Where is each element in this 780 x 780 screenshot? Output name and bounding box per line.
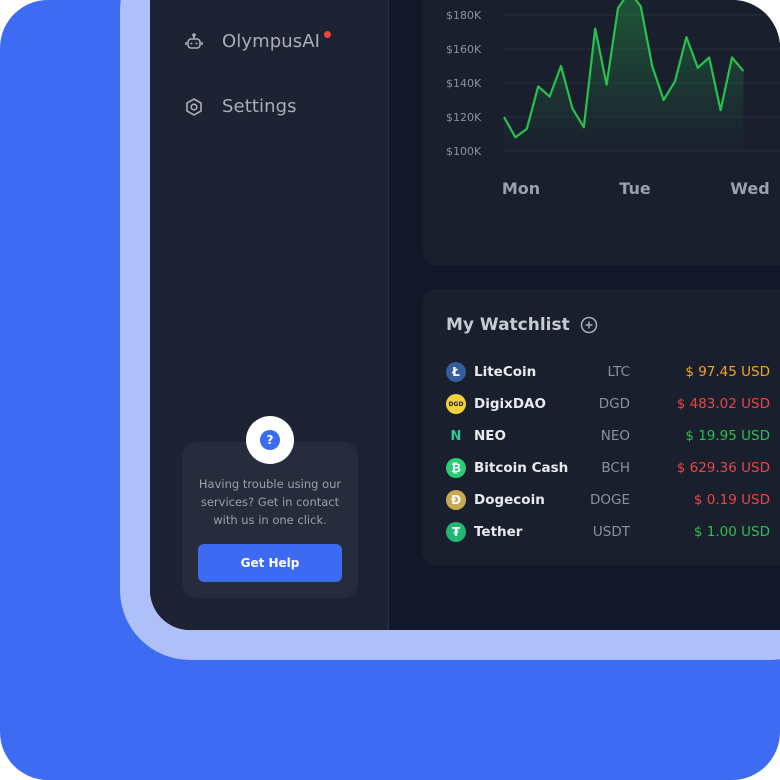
coin-price: $ 97.45 USD xyxy=(685,364,770,380)
dogecoin-icon: Ð xyxy=(446,490,466,510)
price-chart-card: $200K$180K$160K$140K$120K$100K MonTueWed xyxy=(422,0,780,265)
x-tick-label: Mon xyxy=(502,179,540,198)
coin-price: $ 19.95 USD xyxy=(685,428,770,444)
notification-dot xyxy=(324,31,332,38)
watchlist-card: My Watchlist Ł LiteCoin LTC $ 97.45 USD DGD D… xyxy=(422,289,780,565)
watchlist-header: My Watchlist xyxy=(446,315,598,335)
coin-price: $ 629.36 USD xyxy=(676,460,770,476)
help-icon-circle: ? xyxy=(246,416,294,464)
coin-name: Tether xyxy=(474,524,523,540)
question-icon: ? xyxy=(260,430,280,450)
coin-name: LiteCoin xyxy=(474,364,537,380)
coin-name: DigixDAO xyxy=(474,396,546,412)
coin-symbol: NEO xyxy=(600,428,630,444)
price-line-chart: $200K$180K$160K$140K$120K$100K MonTueWed xyxy=(446,0,780,198)
watchlist-title: My Watchlist xyxy=(446,315,570,335)
x-tick-label: Tue xyxy=(619,179,651,198)
sidebar: OlympusAI Settings ? Having trouble usin… xyxy=(150,0,389,630)
coin-price: $ 0.19 USD xyxy=(693,492,770,508)
litecoin-icon: Ł xyxy=(446,362,466,382)
y-tick-label: $140K xyxy=(446,77,482,90)
y-tick-label: $160K xyxy=(446,43,482,56)
coin-symbol: LTC xyxy=(607,364,630,380)
bitcoin-cash-icon: ₿ xyxy=(446,458,466,478)
sidebar-item-olympusai[interactable]: OlympusAI xyxy=(184,31,332,52)
coin-name: NEO xyxy=(474,428,506,444)
coin-symbol: USDT xyxy=(592,524,630,540)
sidebar-item-settings[interactable]: Settings xyxy=(184,96,297,117)
hexagon-settings-icon xyxy=(184,97,204,117)
blue-background-frame: OlympusAI Settings ? Having trouble usin… xyxy=(0,0,780,780)
y-tick-label: $120K xyxy=(446,111,482,124)
watchlist-row-bch[interactable]: ₿ Bitcoin Cash BCH $ 629.36 USD xyxy=(446,457,780,479)
coin-price: $ 1.00 USD xyxy=(693,524,770,540)
watchlist-row-dgd[interactable]: DGD DigixDAO DGD $ 483.02 USD xyxy=(446,393,780,415)
x-tick-label: Wed xyxy=(730,179,769,198)
watchlist-row-ltc[interactable]: Ł LiteCoin LTC $ 97.45 USD xyxy=(446,361,780,383)
watchlist-row-doge[interactable]: Ð Dogecoin DOGE $ 0.19 USD xyxy=(446,489,780,511)
sidebar-item-label: OlympusAI xyxy=(222,31,321,52)
y-tick-label: $100K xyxy=(446,145,482,158)
coin-price: $ 483.02 USD xyxy=(676,396,770,412)
coin-symbol: DGD xyxy=(598,396,630,412)
robot-icon xyxy=(184,32,204,52)
tether-icon: ₮ xyxy=(446,522,466,542)
watchlist-row-neo[interactable]: N NEO NEO $ 19.95 USD xyxy=(446,425,780,447)
help-card: ? Having trouble using our services? Get… xyxy=(182,416,358,598)
get-help-button[interactable]: Get Help xyxy=(198,544,342,582)
app-window: OlympusAI Settings ? Having trouble usin… xyxy=(150,0,780,630)
watchlist-row-usdt[interactable]: ₮ Tether USDT $ 1.00 USD xyxy=(446,521,780,543)
coin-symbol: BCH xyxy=(601,460,630,476)
coin-name: Dogecoin xyxy=(474,492,545,508)
plus-circle-icon[interactable] xyxy=(580,316,598,334)
coin-symbol: DOGE xyxy=(589,492,630,508)
y-tick-label: $180K xyxy=(446,9,482,22)
coin-name: Bitcoin Cash xyxy=(474,460,569,476)
help-text: Having trouble using our services? Get i… xyxy=(198,477,342,527)
sidebar-item-label: Settings xyxy=(222,96,297,117)
digixdao-icon: DGD xyxy=(446,394,466,414)
price-area xyxy=(504,0,744,151)
neo-icon: N xyxy=(446,426,466,446)
